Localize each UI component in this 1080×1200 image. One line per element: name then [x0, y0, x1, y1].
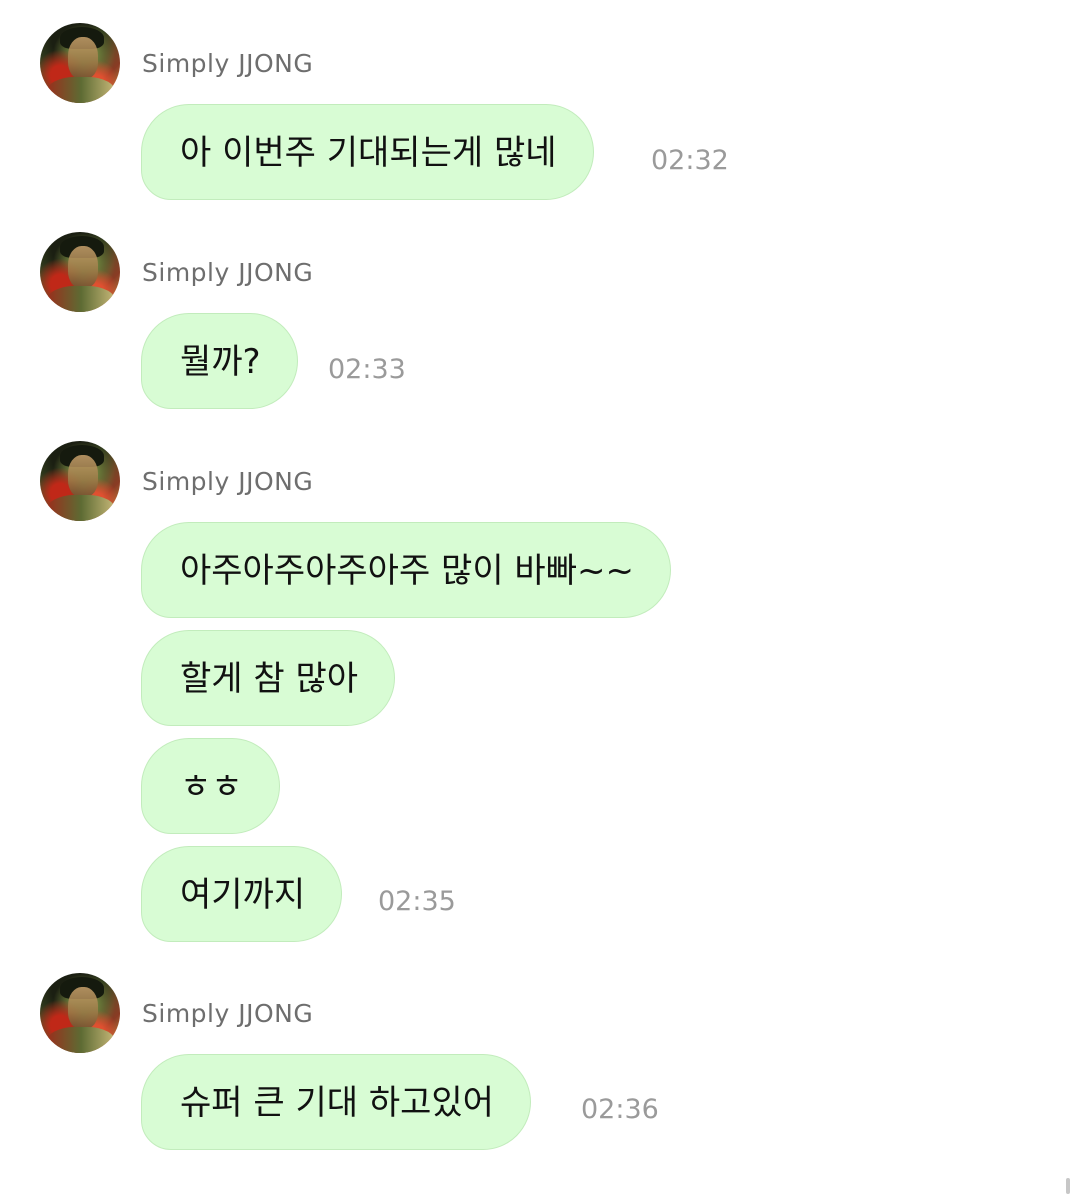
- sender-avatar[interactable]: [40, 441, 120, 521]
- sender-name: Simply JJONG: [142, 258, 314, 287]
- message-time: 02:36: [581, 1094, 659, 1125]
- sender-name: Simply JJONG: [142, 467, 314, 496]
- message-time: 02:32: [651, 145, 729, 176]
- sender-avatar[interactable]: [40, 232, 120, 312]
- message-bubble[interactable]: ㅎㅎ: [141, 738, 280, 834]
- message-time: 02:35: [378, 886, 456, 917]
- message-bubble[interactable]: 뭘까?: [141, 313, 298, 409]
- message-text: 아 이번주 기대되는게 많네: [180, 132, 557, 173]
- message-text: 여기까지: [180, 874, 306, 915]
- message-bubble[interactable]: 할게 참 많아: [141, 630, 396, 726]
- message-text: 할게 참 많아: [180, 658, 359, 699]
- scrollbar-indicator[interactable]: [1066, 1178, 1070, 1194]
- message-text: 슈퍼 큰 기대 하고있어: [180, 1082, 494, 1123]
- message-text: 뭘까?: [180, 341, 261, 382]
- sender-avatar[interactable]: [40, 23, 120, 103]
- message-bubble[interactable]: 여기까지: [141, 846, 343, 942]
- message-bubble[interactable]: 아 이번주 기대되는게 많네: [141, 104, 594, 200]
- sender-name: Simply JJONG: [142, 999, 314, 1028]
- message-text: 아주아주아주아주 많이 바빠~~: [180, 550, 634, 591]
- message-text: ㅎㅎ: [180, 766, 243, 807]
- message-time: 02:33: [328, 354, 406, 385]
- message-bubble[interactable]: 아주아주아주아주 많이 바빠~~: [141, 522, 671, 618]
- sender-name: Simply JJONG: [142, 49, 314, 78]
- message-bubble[interactable]: 슈퍼 큰 기대 하고있어: [141, 1054, 531, 1150]
- sender-avatar[interactable]: [40, 973, 120, 1053]
